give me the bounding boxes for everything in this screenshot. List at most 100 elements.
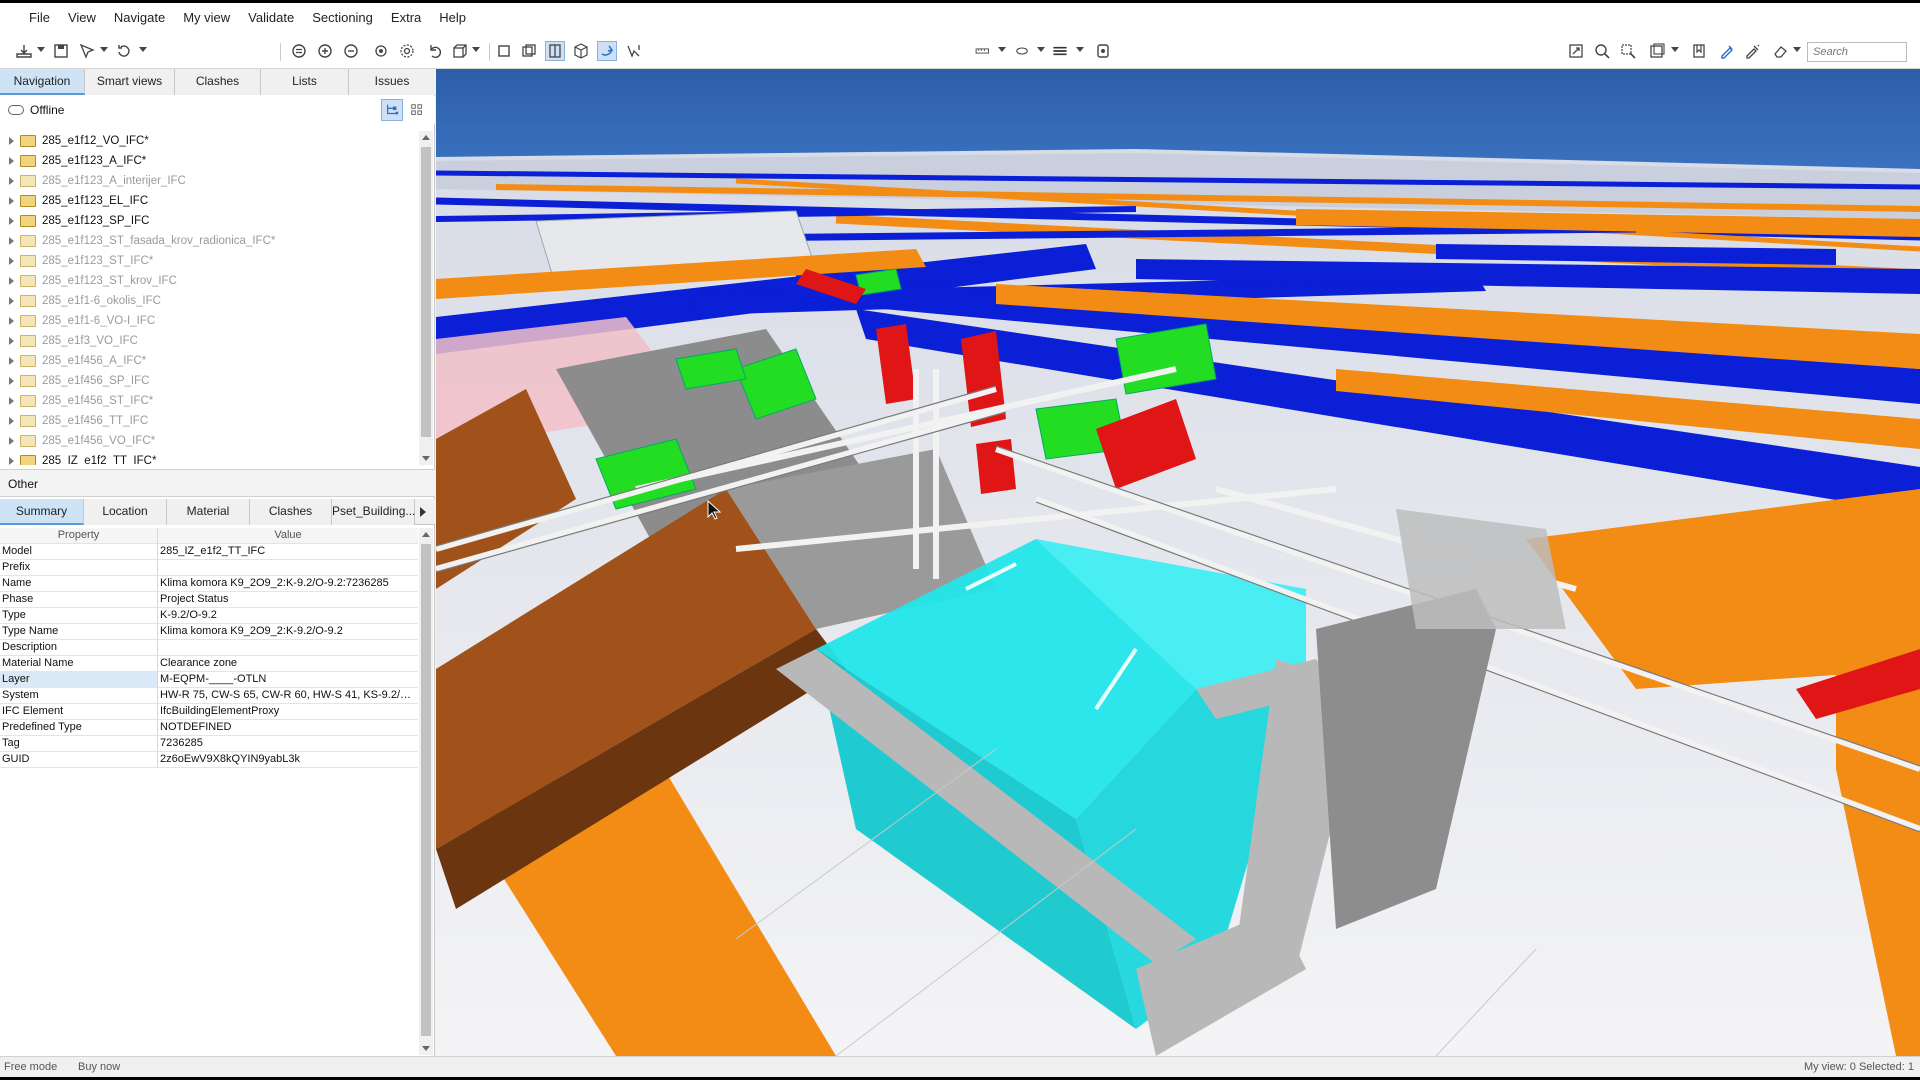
tree-item[interactable]: 285_e1f123_SP_IFC	[0, 211, 418, 231]
property-row[interactable]: Name Klima komora K9_2O9_2:K-9.2/O-9.2:72…	[0, 576, 418, 592]
property-row[interactable]: Layer M-EQPM-____-OTLN	[0, 672, 418, 688]
expand-arrow-icon[interactable]	[9, 297, 14, 305]
lines-icon[interactable]	[1049, 41, 1071, 61]
pick-icon[interactable]	[624, 41, 644, 61]
eraser-icon[interactable]	[1770, 41, 1790, 61]
tree-item[interactable]: 285_e1f123_A_interijer_IFC	[0, 171, 418, 191]
tree-item[interactable]: 285_e1f456_ST_IFC*	[0, 391, 418, 411]
select-icon[interactable]	[77, 41, 97, 61]
tab-smart-views[interactable]: Smart views	[85, 69, 175, 95]
markup-icon[interactable]	[1717, 41, 1737, 61]
expand-arrow-icon[interactable]	[9, 397, 14, 405]
view-cube-icon[interactable]	[450, 41, 470, 61]
bim-model-render[interactable]	[436, 69, 1920, 1056]
expand-arrow-icon[interactable]	[9, 237, 14, 245]
tree-item[interactable]: 285_IZ_e1f2_TT_IFC*	[0, 451, 418, 465]
buy-now-link[interactable]: Buy now	[78, 1061, 120, 1073]
open-icon[interactable]	[14, 41, 34, 61]
property-row[interactable]: System HW-R 75, CW-S 65, CW-R 60, HW-S 41…	[0, 688, 418, 704]
zoom-fit-icon[interactable]	[289, 41, 309, 61]
tree-item[interactable]: 285_e1f456_VO_IFC*	[0, 431, 418, 451]
tab-issues[interactable]: Issues	[349, 69, 435, 95]
property-row[interactable]: Prefix	[0, 560, 418, 576]
property-row[interactable]: Model 285_IZ_e1f2_TT_IFC	[0, 544, 418, 560]
rotate-icon[interactable]	[114, 41, 134, 61]
tab-clashes[interactable]: Clashes	[175, 69, 261, 95]
box-icon[interactable]	[494, 41, 514, 61]
tab-material[interactable]: Material	[167, 499, 250, 525]
property-row[interactable]: IFC Element IfcBuildingElementProxy	[0, 704, 418, 720]
tab-pset-building[interactable]: Pset_Building...	[332, 499, 415, 525]
expand-arrow-icon[interactable]	[9, 357, 14, 365]
expand-arrow-icon[interactable]	[9, 317, 14, 325]
tree-item[interactable]: 285_e1f456_SP_IFC	[0, 371, 418, 391]
tree-item[interactable]: 285_e1f123_ST_krov_IFC	[0, 271, 418, 291]
menu-view[interactable]: View	[59, 3, 105, 33]
grid-view-icon[interactable]	[406, 99, 428, 121]
menu-file[interactable]: File	[20, 3, 59, 33]
ellipse-icon[interactable]	[1010, 41, 1034, 61]
tree-item[interactable]: 285_e1f123_ST_fasada_krov_radionica_IFC*	[0, 231, 418, 251]
tree-item[interactable]: 285_e1f1-6_okolis_IFC	[0, 291, 418, 311]
menu-help[interactable]: Help	[430, 3, 475, 33]
menu-my-view[interactable]: My view	[174, 3, 239, 33]
zoom-out-icon[interactable]	[341, 41, 361, 61]
undo-icon[interactable]	[425, 41, 445, 61]
tree-item[interactable]: 285_e1f123_EL_IFC	[0, 191, 418, 211]
zoom-select-icon[interactable]	[1618, 41, 1638, 61]
tree-item[interactable]: 285_e1f3_VO_IFC	[0, 331, 418, 351]
property-row[interactable]: Description	[0, 640, 418, 656]
menu-extra[interactable]: Extra	[382, 3, 430, 33]
property-row[interactable]: GUID 2z6oEwV9X8kQYIN9yabL3k	[0, 752, 418, 768]
presentation-icon[interactable]	[1093, 41, 1113, 61]
expand-arrow-icon[interactable]	[9, 277, 14, 285]
orbit-icon[interactable]	[397, 41, 417, 61]
menu-validate[interactable]: Validate	[239, 3, 303, 33]
expand-arrow-icon[interactable]	[9, 377, 14, 385]
expand-arrow-icon[interactable]	[9, 437, 14, 445]
box2-icon[interactable]	[519, 41, 539, 61]
search-input[interactable]	[1807, 42, 1907, 62]
measure-icon[interactable]	[970, 41, 996, 61]
walk-icon[interactable]	[371, 41, 391, 61]
property-row[interactable]: Predefined Type NOTDEFINED	[0, 720, 418, 736]
property-row[interactable]: Type K-9.2/O-9.2	[0, 608, 418, 624]
expand-arrow-icon[interactable]	[9, 417, 14, 425]
expand-arrow-icon[interactable]	[9, 157, 14, 165]
tabs-more-icon[interactable]	[415, 499, 430, 524]
tree-view-icon[interactable]	[381, 99, 403, 121]
menu-sectioning[interactable]: Sectioning	[303, 3, 382, 33]
tree-item[interactable]: 285_e1f123_A_IFC*	[0, 151, 418, 171]
expand-arrow-icon[interactable]	[9, 197, 14, 205]
tree-item[interactable]: 285_e1f1-6_VO-I_IFC	[0, 311, 418, 331]
bookmark-icon[interactable]	[1689, 41, 1709, 61]
save-icon[interactable]	[51, 41, 71, 61]
fly-icon[interactable]	[597, 41, 617, 61]
3d-viewport[interactable]	[436, 69, 1920, 1056]
tab-clashes-props[interactable]: Clashes	[250, 499, 332, 525]
expand-arrow-icon[interactable]	[9, 257, 14, 265]
tree-item[interactable]: 285_e1f123_ST_IFC*	[0, 251, 418, 271]
property-row[interactable]: Tag 7236285	[0, 736, 418, 752]
expand-arrow-icon[interactable]	[9, 177, 14, 185]
tree-item[interactable]: 285_e1f12_VO_IFC*	[0, 131, 418, 151]
expand-arrow-icon[interactable]	[9, 137, 14, 145]
zoom-window-icon[interactable]	[1592, 41, 1612, 61]
tab-location[interactable]: Location	[84, 499, 167, 525]
properties-scrollbar[interactable]	[419, 528, 433, 1055]
tab-summary[interactable]: Summary	[0, 499, 84, 525]
expand-arrow-icon[interactable]	[9, 457, 14, 465]
fit-view-icon[interactable]	[1566, 41, 1586, 61]
menu-navigate[interactable]: Navigate	[105, 3, 174, 33]
expand-arrow-icon[interactable]	[9, 217, 14, 225]
markup2-icon[interactable]	[1743, 41, 1763, 61]
zoom-in-icon[interactable]	[315, 41, 335, 61]
tab-lists[interactable]: Lists	[261, 69, 349, 95]
property-row[interactable]: Type Name Klima komora K9_2O9_2:K-9.2/O-9…	[0, 624, 418, 640]
property-row[interactable]: Phase Project Status	[0, 592, 418, 608]
cube-icon[interactable]	[571, 41, 591, 61]
tree-scrollbar[interactable]	[419, 131, 433, 465]
layers-icon[interactable]	[1647, 41, 1667, 61]
property-row[interactable]: Material Name Clearance zone	[0, 656, 418, 672]
tree-item[interactable]: 285_e1f456_A_IFC*	[0, 351, 418, 371]
